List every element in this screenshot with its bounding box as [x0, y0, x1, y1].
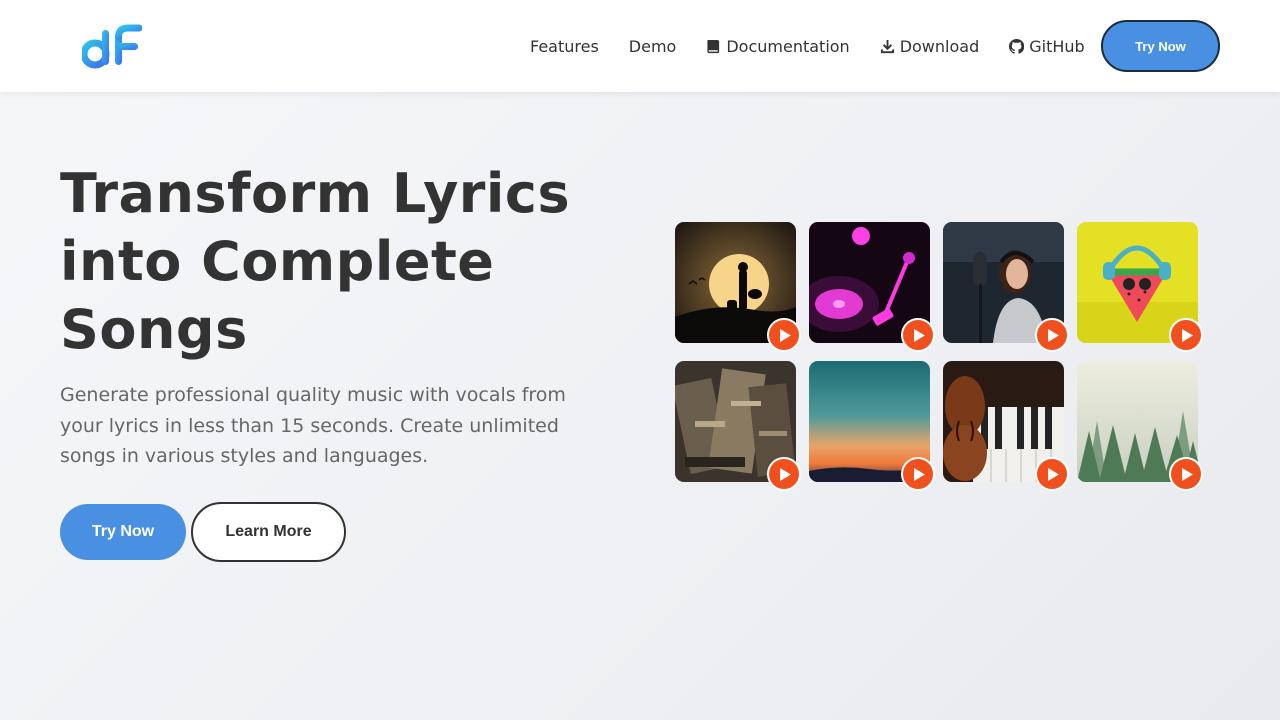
nav-link-label: GitHub: [1029, 36, 1085, 56]
play-icon: [1181, 328, 1193, 342]
nav-demo-link[interactable]: Demo: [629, 37, 677, 56]
gallery-card[interactable]: [943, 222, 1069, 352]
download-icon: [880, 39, 894, 53]
gallery-card[interactable]: [675, 361, 801, 491]
song-gallery: [675, 222, 1215, 492]
gallery-card[interactable]: [675, 222, 801, 352]
nav-link-label: Features: [530, 36, 599, 56]
play-icon: [913, 467, 925, 481]
book-icon: [707, 39, 720, 53]
gallery-card[interactable]: [1077, 361, 1203, 491]
main-nav: Features Demo Documentation Download Git…: [530, 0, 1115, 92]
df-logo-icon[interactable]: [80, 24, 143, 70]
play-button[interactable]: [767, 318, 801, 352]
play-icon: [779, 467, 791, 481]
hero-title: Transform Lyrics into Complete Songs: [60, 162, 571, 361]
play-icon: [1047, 467, 1059, 481]
gallery-card[interactable]: [1077, 222, 1203, 352]
site-header: Features Demo Documentation Download Git…: [0, 0, 1280, 92]
play-button[interactable]: [1169, 318, 1203, 352]
play-button[interactable]: [1035, 318, 1069, 352]
play-icon: [779, 328, 791, 342]
header-try-now-button[interactable]: Try Now: [1101, 20, 1220, 72]
github-icon: [1009, 38, 1025, 54]
play-button[interactable]: [1035, 457, 1069, 491]
hero-try-now-button[interactable]: Try Now: [60, 504, 186, 560]
play-button[interactable]: [767, 457, 801, 491]
play-icon: [1047, 328, 1059, 342]
play-icon: [913, 328, 925, 342]
nav-link-label: Demo: [628, 36, 677, 56]
gallery-card[interactable]: [943, 361, 1069, 491]
nav-link-label: Documentation: [726, 36, 850, 56]
nav-features-link[interactable]: Features: [530, 37, 599, 56]
learn-more-button[interactable]: Learn More: [191, 502, 346, 562]
gallery-card[interactable]: [809, 222, 935, 352]
play-button[interactable]: [901, 457, 935, 491]
nav-documentation-link[interactable]: Documentation: [706, 36, 850, 56]
play-button[interactable]: [901, 318, 935, 352]
nav-github-link[interactable]: GitHub: [1009, 36, 1085, 56]
gallery-card[interactable]: [809, 361, 935, 491]
play-button[interactable]: [1169, 457, 1203, 491]
hero-subtitle: Generate professional quality music with…: [60, 384, 566, 467]
nav-download-link[interactable]: Download: [880, 36, 980, 56]
play-icon: [1181, 467, 1193, 481]
nav-link-label: Download: [899, 36, 980, 56]
